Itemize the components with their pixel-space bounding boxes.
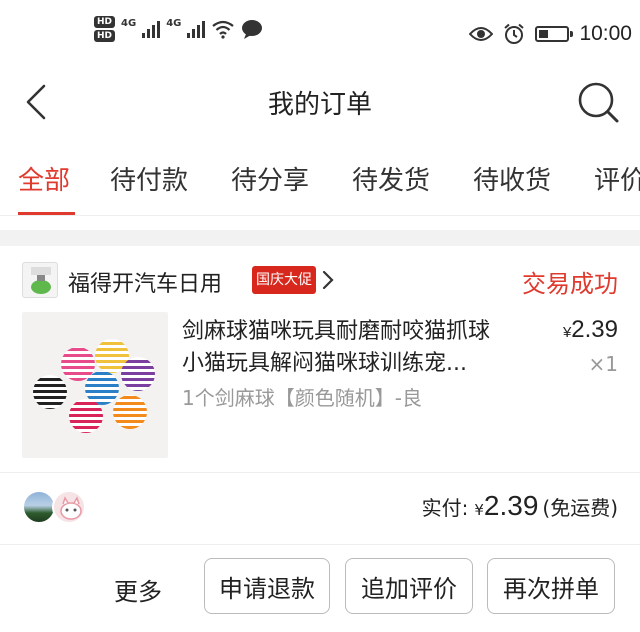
product-variant: 1个剑麻球【颜色随机】-良: [182, 386, 422, 410]
tab-pending-payment[interactable]: 待付款: [110, 160, 188, 197]
order-tabs: 全部 待付款 待分享 待发货 待收货 评价: [0, 148, 640, 216]
currency-symbol: ¥: [474, 501, 484, 519]
network-type-2: 4G: [166, 17, 182, 29]
active-tab-indicator: [18, 212, 75, 215]
clock: 10:00: [579, 22, 632, 45]
battery-level: [539, 30, 549, 38]
search-icon[interactable]: [576, 80, 620, 124]
more-button[interactable]: 更多: [114, 572, 162, 607]
product-name-line-2: 小猫玩具解闷猫咪球训练宠...: [182, 351, 467, 376]
hd-indicators: HD HD: [94, 16, 116, 42]
tab-pending-receipt[interactable]: 待收货: [473, 160, 551, 197]
status-bar: HD HD 4G 4G 10:00: [0, 0, 640, 72]
quantity: ×1: [588, 352, 618, 376]
shop-name[interactable]: 福得开汽车日用: [68, 266, 222, 298]
chat-bubble-icon: [242, 20, 263, 39]
rebuy-button[interactable]: 再次拼单: [487, 558, 615, 614]
tab-all[interactable]: 全部: [18, 160, 70, 197]
page-title: 我的订单: [267, 90, 372, 120]
battery-icon: [535, 26, 574, 42]
chevron-right-icon[interactable]: [320, 268, 336, 292]
wifi-icon: [212, 20, 235, 39]
app-header: 我的订单: [0, 72, 640, 134]
hd-badge-1: HD: [94, 16, 116, 28]
order-card[interactable]: 福得开汽车日用 国庆大促 交易成功 剑麻球猫咪玩具耐磨耐咬猫抓球 小猫玩具解闷猫…: [0, 246, 640, 632]
shop-logo[interactable]: [22, 262, 58, 298]
tab-pending-shipment[interactable]: 待发货: [352, 160, 430, 197]
amount-paid: 实付: ¥ 2.39 (免运费): [422, 490, 618, 522]
refund-button[interactable]: 申请退款: [204, 558, 330, 614]
group-avatars: [22, 490, 92, 524]
signal-icon: [142, 20, 161, 38]
status-left: HD HD 4G 4G: [94, 16, 263, 42]
product-name[interactable]: 剑麻球猫咪玩具耐磨耐咬猫抓球 小猫玩具解闷猫咪球训练宠...: [182, 316, 542, 380]
order-status: 交易成功: [522, 270, 618, 298]
promo-badge: 国庆大促: [252, 266, 316, 294]
avatar: [22, 490, 56, 524]
signal-icon: [187, 20, 206, 38]
eye-icon: [469, 27, 494, 41]
status-right: 10:00: [469, 22, 632, 46]
divider: [0, 544, 640, 545]
product-name-line-1: 剑麻球猫咪玩具耐磨耐咬猫抓球: [182, 319, 491, 344]
product-image[interactable]: [22, 312, 168, 458]
tab-review[interactable]: 评价: [594, 160, 640, 197]
paid-amount: 2.39: [483, 490, 539, 521]
add-review-button[interactable]: 追加评价: [345, 558, 473, 614]
alarm-icon: [504, 23, 525, 44]
network-type-1: 4G: [121, 17, 137, 29]
price-value: 2.39: [571, 316, 618, 343]
shipping-note: (免运费): [542, 496, 618, 520]
hd-badge-2: HD: [94, 30, 116, 42]
paid-label: 实付:: [421, 496, 469, 520]
tab-pending-share[interactable]: 待分享: [231, 160, 309, 197]
unit-price: ¥2.39: [563, 316, 618, 344]
section-divider: [0, 230, 640, 246]
avatar: [52, 490, 86, 524]
divider: [0, 472, 640, 473]
